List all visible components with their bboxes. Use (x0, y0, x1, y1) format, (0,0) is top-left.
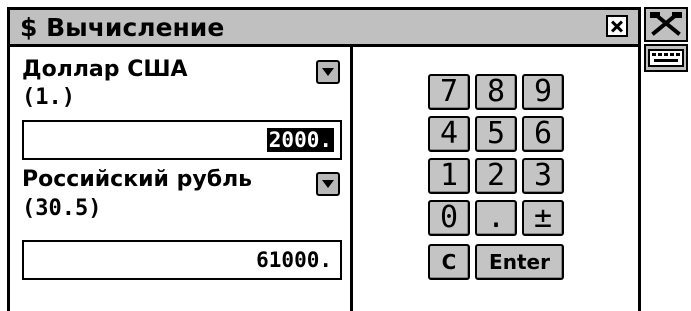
window-title: $ Вычисление (20, 13, 225, 42)
key-6[interactable]: 6 (522, 116, 564, 152)
key-1[interactable]: 1 (428, 158, 470, 194)
clear-button[interactable]: C (428, 244, 470, 280)
panel-divider (350, 47, 353, 311)
key-9[interactable]: 9 (522, 74, 564, 110)
to-currency-rate: (30.5) (22, 196, 102, 221)
key-4[interactable]: 4 (428, 116, 470, 152)
title-bar: $ Вычисление (10, 10, 638, 47)
key-decimal[interactable]: . (475, 200, 517, 236)
to-amount-value: 61000. (256, 248, 332, 272)
enter-button[interactable]: Enter (475, 244, 564, 280)
to-currency-dropdown-icon[interactable] (316, 172, 340, 196)
key-3[interactable]: 3 (522, 158, 564, 194)
tools-icon[interactable] (644, 7, 688, 42)
key-8[interactable]: 8 (475, 74, 517, 110)
to-currency-name: Российский рубль (22, 167, 253, 192)
from-currency-name: Доллар США (22, 57, 188, 82)
calculation-window: $ Вычисление Доллар США (1.) 2000. Росси… (7, 7, 641, 311)
key-2[interactable]: 2 (475, 158, 517, 194)
key-5[interactable]: 5 (475, 116, 517, 152)
from-currency-dropdown-icon[interactable] (316, 60, 340, 84)
close-icon[interactable] (606, 15, 628, 37)
keyboard-icon[interactable] (644, 44, 688, 72)
key-7[interactable]: 7 (428, 74, 470, 110)
from-amount-field[interactable]: 2000. (22, 120, 342, 160)
to-amount-field[interactable]: 61000. (22, 240, 342, 280)
key-plus-minus[interactable]: ± (522, 200, 564, 236)
from-currency-rate: (1.) (22, 85, 75, 110)
key-0[interactable]: 0 (428, 200, 470, 236)
from-amount-value: 2000. (266, 128, 334, 152)
